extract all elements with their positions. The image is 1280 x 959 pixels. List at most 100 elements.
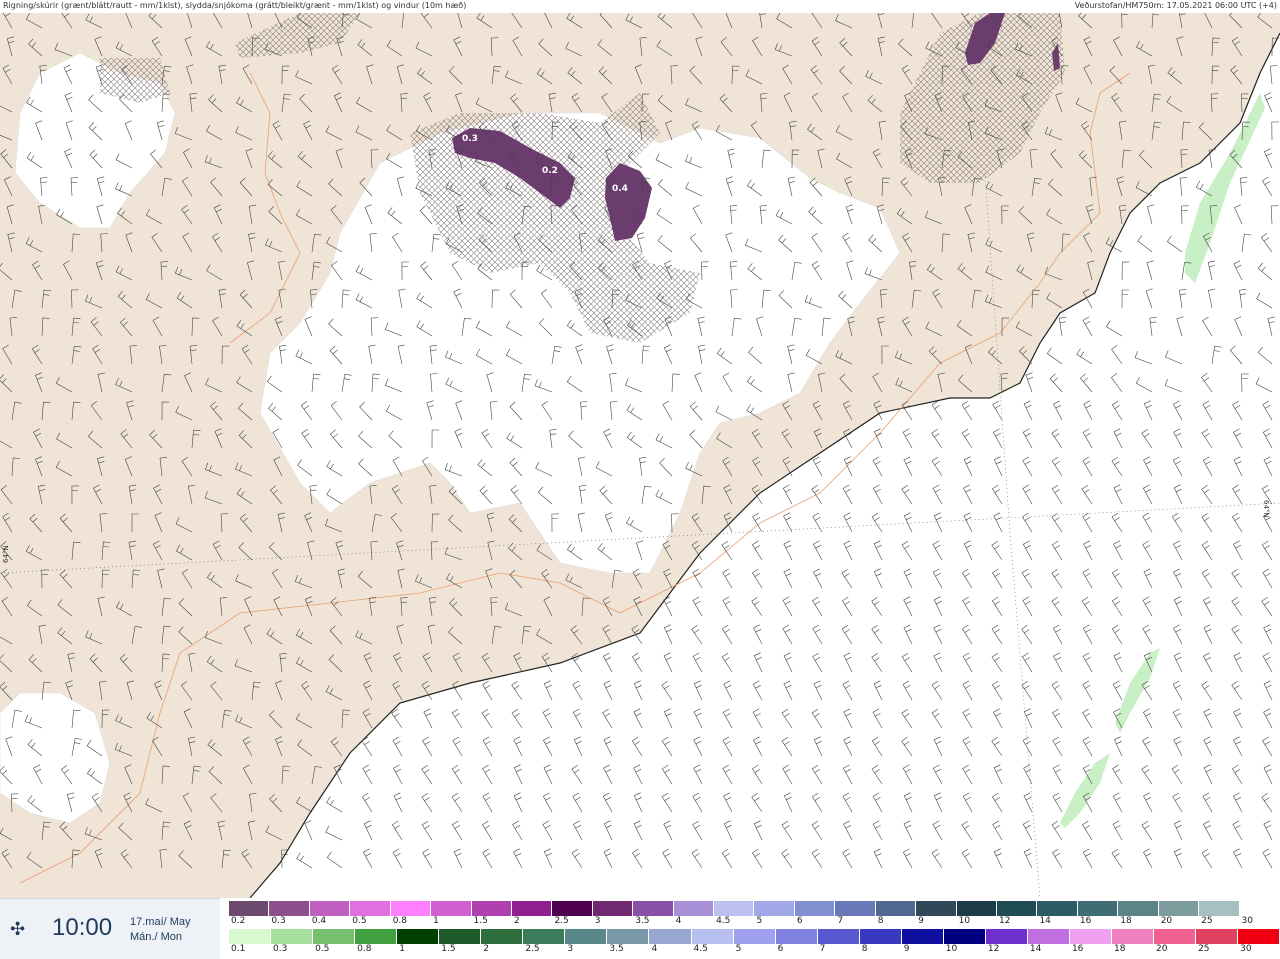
wind-barb bbox=[1269, 65, 1278, 85]
scale-label: 14 bbox=[1039, 916, 1051, 926]
wind-barb bbox=[296, 852, 313, 869]
wind-barb bbox=[1257, 262, 1273, 281]
wind-barb bbox=[812, 652, 823, 673]
wind-barb bbox=[1181, 205, 1189, 225]
wind-barb bbox=[1256, 292, 1273, 309]
wind-barb bbox=[1137, 235, 1153, 253]
scale-label: 0.8 bbox=[392, 916, 408, 926]
scale-swatch bbox=[733, 929, 776, 944]
wind-barb bbox=[1082, 456, 1093, 477]
wind-barb bbox=[782, 484, 793, 505]
scale-swatch bbox=[439, 929, 482, 944]
wind-barb bbox=[1263, 624, 1273, 645]
scale-swatch bbox=[607, 929, 650, 944]
wind-barb bbox=[783, 512, 793, 533]
scale-label: 0.2 bbox=[231, 916, 246, 926]
glacier-southwest bbox=[0, 692, 111, 824]
scale-swatch bbox=[1077, 901, 1119, 916]
wind-barb bbox=[1111, 345, 1123, 365]
wind-barb bbox=[663, 820, 673, 841]
wind-barb bbox=[1232, 820, 1243, 841]
wind-barb bbox=[901, 652, 913, 673]
wind-barb bbox=[903, 512, 913, 533]
wind-barb bbox=[1142, 708, 1153, 729]
wind-barb bbox=[783, 568, 793, 589]
wind-barb bbox=[991, 540, 1003, 561]
wind-barb bbox=[453, 848, 463, 869]
forecast-date: 17.maí/ May bbox=[130, 916, 191, 928]
wind-barb bbox=[992, 568, 1003, 589]
wind-barb bbox=[572, 708, 583, 729]
rain-area-south bbox=[1060, 753, 1110, 828]
wind-barb bbox=[1111, 568, 1123, 589]
wind-barb bbox=[723, 680, 733, 701]
wind-barb bbox=[783, 792, 793, 813]
scale-swatch bbox=[1154, 929, 1197, 944]
wind-barb bbox=[421, 764, 433, 785]
wind-barb bbox=[781, 736, 793, 757]
wind-barb bbox=[603, 680, 613, 701]
wind-barb bbox=[1231, 596, 1243, 617]
wind-barb bbox=[693, 736, 703, 757]
wind-barb bbox=[1051, 428, 1063, 449]
wind-barb bbox=[1052, 708, 1063, 729]
wind-barb bbox=[513, 792, 523, 813]
wind-barb bbox=[1241, 373, 1249, 393]
wind-barb bbox=[1202, 792, 1213, 813]
wind-barb bbox=[933, 624, 943, 645]
scale-swatch bbox=[229, 929, 272, 944]
wind-barb bbox=[1082, 848, 1093, 869]
weather-map: 0.3 0.2 0.4 bbox=[0, 8, 1280, 899]
wind-barb bbox=[602, 652, 613, 673]
wind-barb bbox=[1262, 736, 1273, 757]
wind-barb bbox=[993, 764, 1003, 785]
wind-barb bbox=[693, 680, 703, 701]
wind-barb bbox=[1201, 680, 1213, 701]
wind-barb bbox=[631, 736, 643, 757]
wind-barb bbox=[1052, 736, 1063, 757]
scale-swatch bbox=[1111, 929, 1155, 944]
wind-barb bbox=[841, 624, 853, 645]
wind-barb bbox=[1143, 568, 1153, 589]
wind-barb bbox=[1051, 596, 1063, 617]
wind-barb bbox=[901, 708, 913, 729]
scale-label: 18 bbox=[1113, 944, 1126, 954]
wind-barb bbox=[721, 652, 733, 673]
wind-barb bbox=[663, 652, 673, 673]
wind-barb bbox=[871, 624, 883, 645]
wind-barb bbox=[543, 764, 553, 785]
wind-barb bbox=[1111, 456, 1123, 477]
wind-barb bbox=[933, 736, 943, 757]
wind-barb bbox=[1051, 540, 1063, 561]
wind-barb bbox=[602, 792, 613, 813]
wind-barb bbox=[1232, 792, 1243, 813]
wind-barb bbox=[1112, 680, 1123, 701]
wind-barb bbox=[933, 652, 943, 673]
wind-barb bbox=[1111, 624, 1123, 645]
wind-barb bbox=[873, 680, 883, 701]
wind-barb bbox=[903, 624, 913, 645]
wind-barb bbox=[1271, 121, 1279, 141]
wind-barb bbox=[633, 792, 643, 813]
wind-barb bbox=[721, 624, 733, 645]
wind-barb bbox=[1052, 624, 1063, 645]
wind-barb bbox=[572, 680, 583, 701]
wind-barb bbox=[1202, 820, 1213, 841]
wind-barb bbox=[1111, 512, 1123, 533]
latitude-label-left: 64°N bbox=[2, 545, 10, 563]
wind-barb bbox=[932, 540, 943, 561]
wind-barb bbox=[1051, 568, 1063, 589]
wind-barb bbox=[1241, 233, 1252, 253]
wind-barb bbox=[393, 792, 403, 813]
wind-barb bbox=[782, 624, 793, 645]
wind-barb bbox=[1201, 428, 1213, 449]
wind-barb bbox=[1021, 512, 1033, 533]
rain-color-scale bbox=[229, 929, 1280, 944]
wind-barb bbox=[691, 624, 703, 645]
wind-barb bbox=[781, 708, 793, 729]
scale-label: 0.5 bbox=[352, 916, 367, 926]
wind-barb bbox=[304, 820, 313, 841]
wind-barb bbox=[1082, 316, 1093, 337]
wind-barb bbox=[452, 736, 463, 757]
scale-label: 10 bbox=[945, 944, 958, 954]
